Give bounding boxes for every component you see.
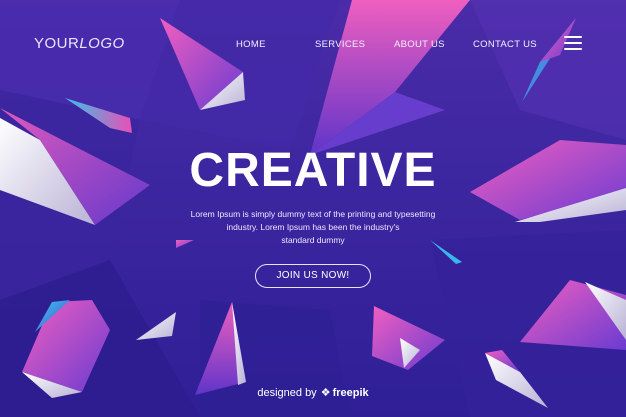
freepik-icon: ❖ bbox=[320, 387, 331, 399]
hamburger-icon[interactable] bbox=[564, 36, 582, 50]
hero-description-line: Lorem Ipsum is simply dummy text of the … bbox=[190, 209, 436, 219]
nav-home-link[interactable]: HOME bbox=[236, 39, 266, 50]
join-us-button[interactable]: JOIN US NOW! bbox=[255, 264, 371, 288]
designer-credit[interactable]: designed by ❖ freepik bbox=[0, 386, 626, 399]
credit-prefix: designed by bbox=[257, 387, 317, 399]
landing-page: YOURLOGO HOME SERVICES ABOUT US CONTACT … bbox=[0, 0, 626, 417]
hero-title: CREATIVE bbox=[189, 144, 437, 197]
hero-description: Lorem Ipsum is simply dummy text of the … bbox=[178, 208, 448, 247]
brand-logo[interactable]: YOURLOGO bbox=[34, 35, 125, 52]
hero-description-line: standard dummy bbox=[281, 235, 345, 245]
hero-description-line: industry. Lorem Ipsum has been the indus… bbox=[226, 222, 400, 232]
nav-contact-link[interactable]: CONTACT US bbox=[473, 39, 537, 50]
logo-text-part1: YOUR bbox=[34, 35, 80, 52]
nav-about-link[interactable]: ABOUT US bbox=[394, 39, 445, 50]
logo-text-part2: LOGO bbox=[79, 35, 125, 52]
nav-services-link[interactable]: SERVICES bbox=[315, 39, 365, 50]
credit-brand: freepik bbox=[332, 387, 369, 399]
